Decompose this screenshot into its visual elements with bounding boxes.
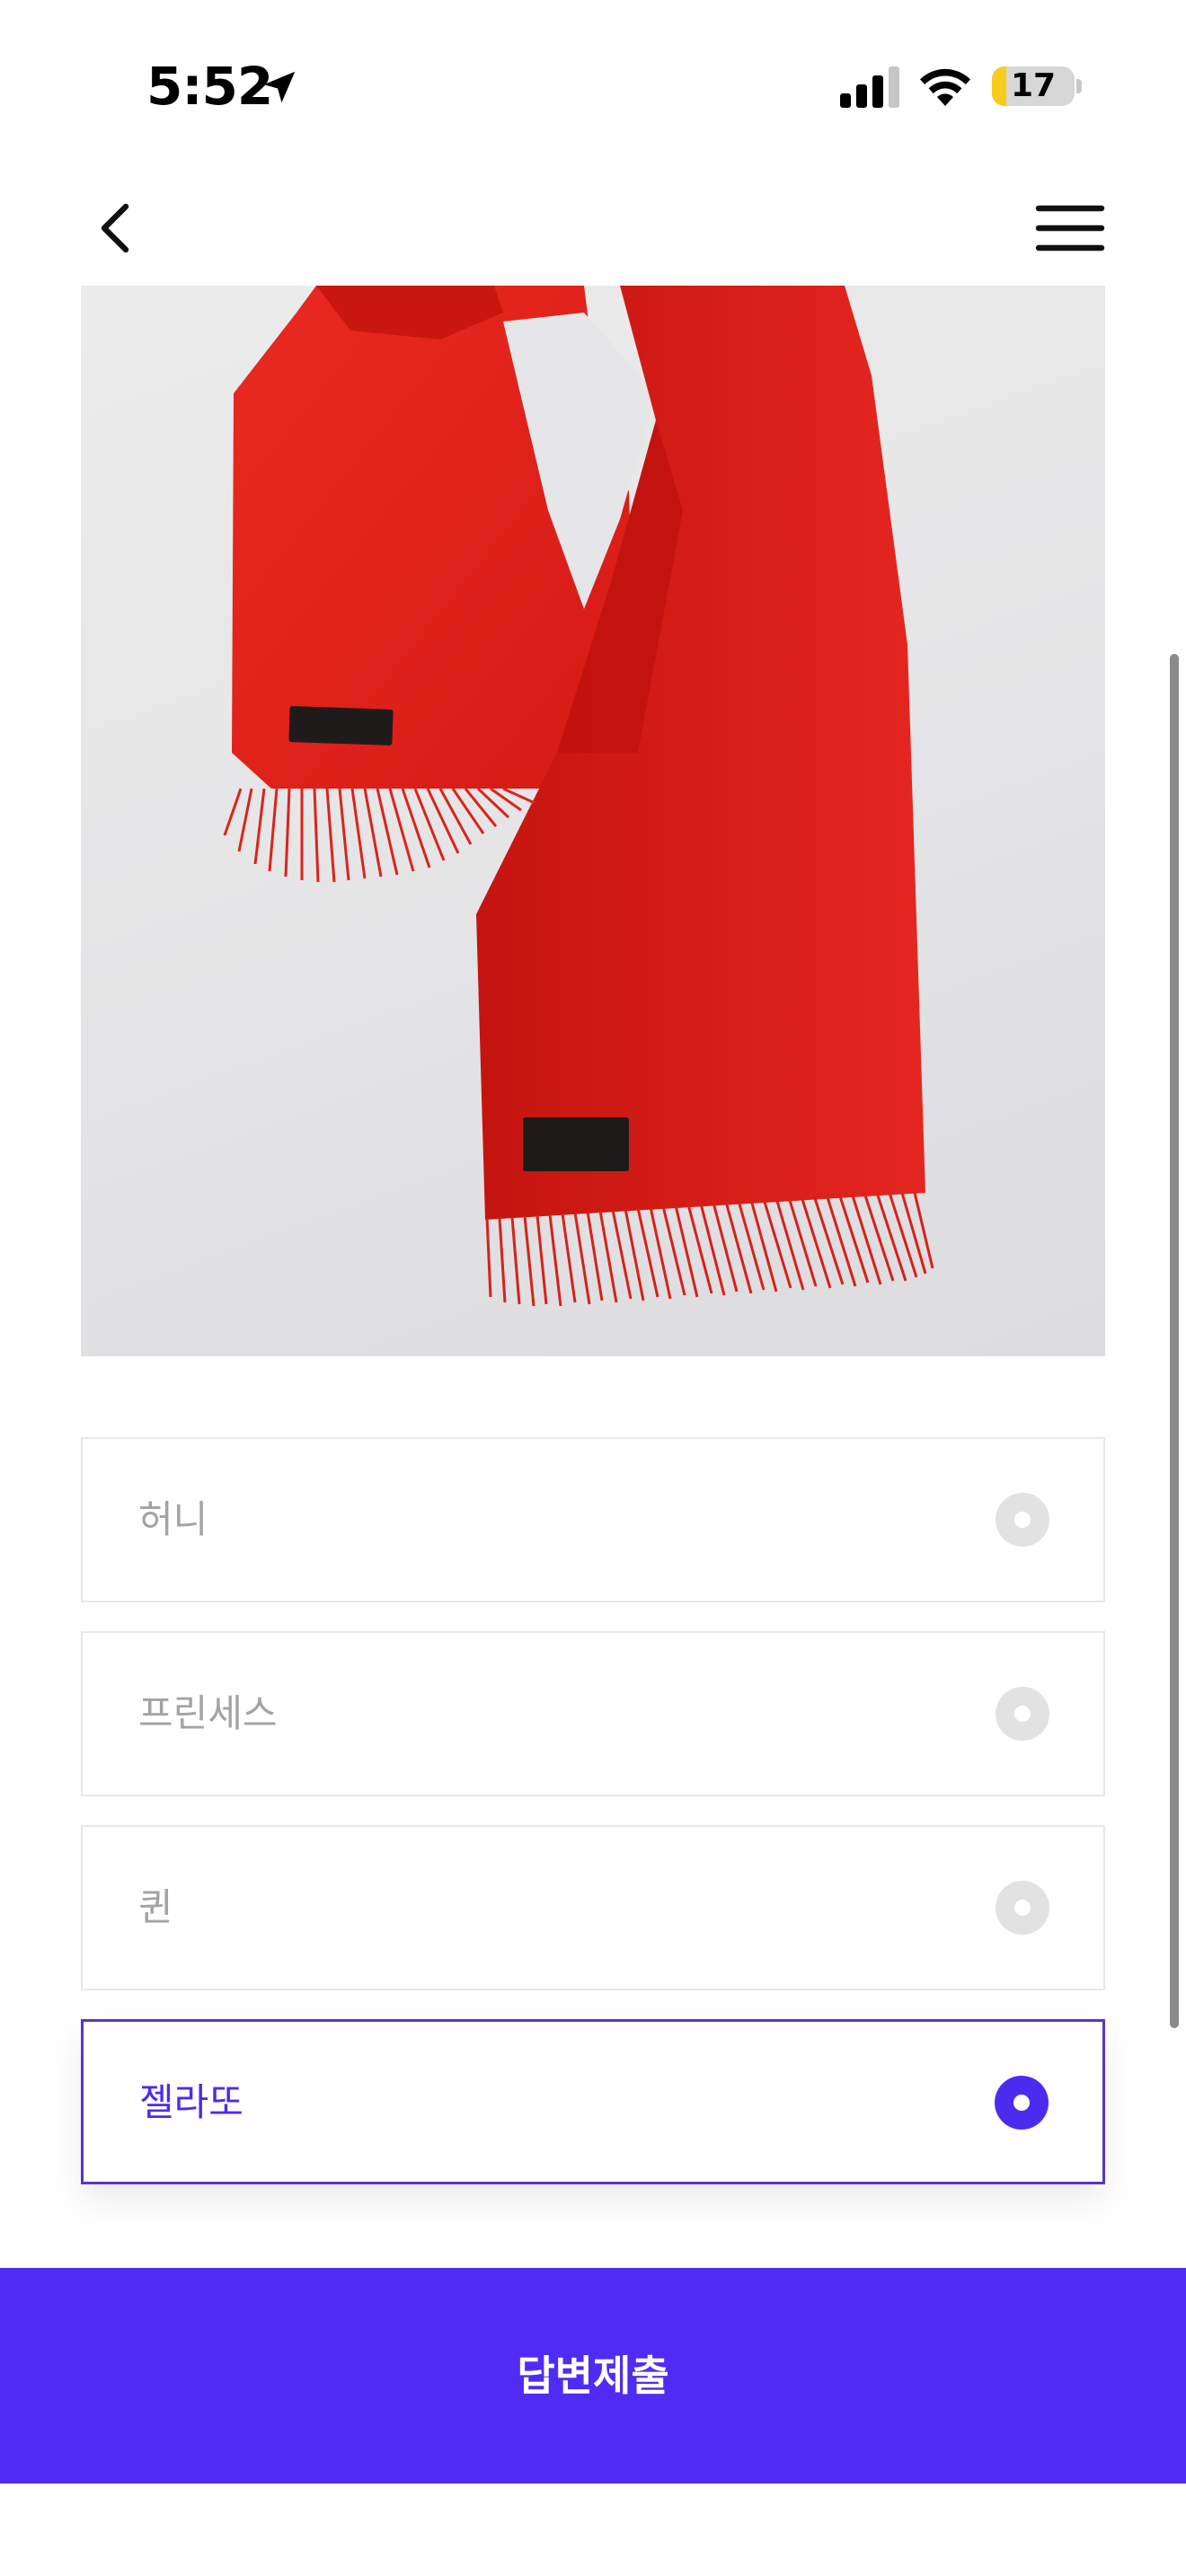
- hamburger-menu-icon: [1035, 205, 1105, 251]
- menu-button[interactable]: [1035, 198, 1105, 259]
- status-bar: 5:52 17: [0, 0, 1186, 171]
- product-image: [81, 286, 1105, 1356]
- option-honey[interactable]: 허니: [81, 1437, 1105, 1602]
- signal-icon: [840, 66, 899, 108]
- option-label: 허니: [138, 1497, 208, 1541]
- status-time: 5:52: [146, 56, 273, 117]
- option-queen[interactable]: 퀸: [81, 1825, 1105, 1990]
- chevron-left-icon: [101, 203, 129, 253]
- option-label: 젤라또: [139, 2080, 243, 2124]
- option-princess[interactable]: 프린세스: [81, 1631, 1105, 1796]
- option-gelato[interactable]: 젤라또: [81, 2019, 1105, 2184]
- radio-button[interactable]: [996, 1493, 1049, 1547]
- radio-button[interactable]: [996, 1881, 1049, 1935]
- scarf-tag-top: [288, 706, 394, 745]
- nav-bar: [0, 171, 1186, 286]
- location-arrow-icon: [263, 71, 296, 103]
- scrollbar[interactable]: [1170, 654, 1179, 2028]
- wifi-icon: [920, 68, 970, 106]
- battery-icon: 17: [992, 66, 1075, 106]
- back-button[interactable]: [86, 198, 147, 259]
- option-label: 퀸: [138, 1885, 173, 1929]
- radio-button[interactable]: [996, 1687, 1049, 1741]
- battery-tip: [1076, 79, 1082, 93]
- battery-level: 17: [1010, 67, 1057, 104]
- scarf-tag-bottom: [523, 1117, 629, 1171]
- scarf-illustration: [223, 286, 934, 1307]
- option-label: 프린세스: [138, 1691, 278, 1735]
- submit-answer-button[interactable]: 답변제출: [0, 2268, 1186, 2483]
- radio-button[interactable]: [995, 2076, 1049, 2130]
